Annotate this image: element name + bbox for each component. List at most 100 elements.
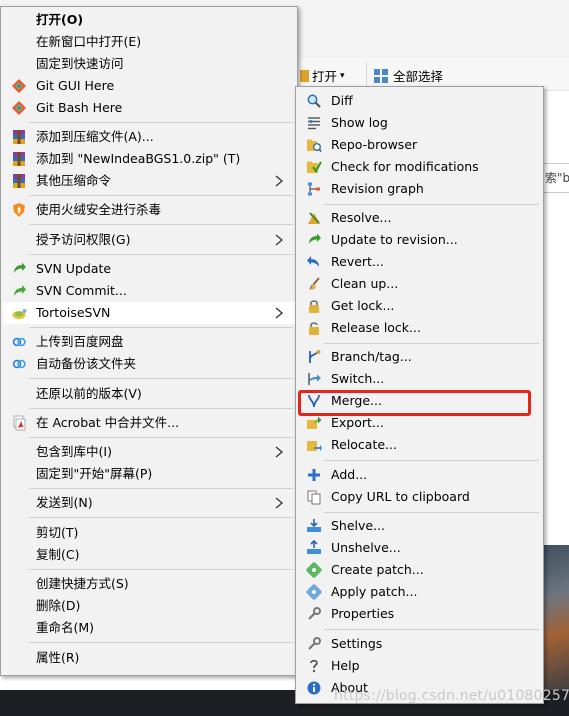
menu-item-label: 其他压缩命令: [36, 173, 112, 188]
update-revision-icon: [309, 233, 321, 244]
chevron-right-icon: [275, 446, 284, 458]
menu-item-label: 自动备份该文件夹: [36, 356, 137, 371]
create-patch-icon: [306, 562, 322, 578]
submenu-item-copy-url[interactable]: Copy URL to clipboard: [298, 486, 541, 508]
menu-item-label: 固定到"开始"屏幕(P): [36, 466, 153, 481]
menu-item-send-to[interactable]: 发送到(N): [3, 492, 295, 514]
submenu-item-cleanup[interactable]: Clean up...: [298, 273, 541, 295]
menu-item-rename[interactable]: 重命名(M): [3, 617, 295, 639]
menu-item-acrobat-merge[interactable]: 在 Acrobat 中合并文件...: [3, 412, 295, 434]
acrobat-icon: [13, 415, 26, 431]
menu-item-open[interactable]: 打开(O): [3, 9, 295, 31]
submenu-item-show-log[interactable]: Show log: [298, 112, 541, 134]
menu-item-label: 删除(D): [36, 598, 81, 613]
submenu-item-resolve[interactable]: Resolve...: [298, 207, 541, 229]
submenu-item-update-revision[interactable]: Update to revision...: [298, 229, 541, 251]
submenu-item-label: Switch...: [331, 371, 385, 386]
cleanup-icon: [309, 277, 320, 290]
menu-item-huorong-scan[interactable]: 使用火绒安全进行杀毒: [3, 199, 295, 221]
menu-item-label: Git Bash Here: [36, 100, 123, 115]
submenu-item-properties[interactable]: Properties: [298, 603, 541, 625]
menu-separator: [29, 224, 293, 225]
menu-item-label: 创建快捷方式(S): [36, 576, 129, 591]
ribbon-select-all-button[interactable]: 全部选择: [374, 66, 443, 85]
menu-item-pin-start[interactable]: 固定到"开始"屏幕(P): [3, 463, 295, 485]
menu-item-git-bash[interactable]: Git Bash Here: [3, 97, 295, 119]
submenu-item-label: Create patch...: [331, 562, 424, 577]
submenu-separator: [324, 460, 539, 461]
menu-item-svn-commit[interactable]: SVN Commit...: [3, 280, 295, 302]
menu-item-copy[interactable]: 复制(C): [3, 544, 295, 566]
submenu-item-label: Update to revision...: [331, 232, 458, 247]
watermark-text: https://blog.csdn.net/u010802575: [334, 688, 569, 704]
submenu-item-label: Release lock...: [331, 320, 421, 335]
submenu-item-branch-tag[interactable]: Branch/tag...: [298, 346, 541, 368]
search-input[interactable]: 索"b: [541, 163, 569, 193]
menu-item-restore-previous[interactable]: 还原以前的版本(V): [3, 383, 295, 405]
menu-item-baidu-backup[interactable]: 自动备份该文件夹: [3, 353, 295, 375]
submenu-item-apply-patch[interactable]: Apply patch...: [298, 581, 541, 603]
submenu-item-label: Show log: [331, 115, 388, 130]
submenu-item-relocate[interactable]: Relocate...: [298, 434, 541, 456]
submenu-item-revision-graph[interactable]: Revision graph: [298, 178, 541, 200]
submenu-item-label: Properties: [331, 606, 395, 621]
context-menu: 打开(O) 在新窗口中打开(E) 固定到快速访问 Git GUI Here Gi…: [0, 6, 298, 676]
menu-item-properties[interactable]: 属性(R): [3, 647, 295, 669]
export-icon: [307, 416, 322, 429]
submenu-item-shelve[interactable]: Shelve...: [298, 515, 541, 537]
submenu-item-label: Shelve...: [331, 518, 386, 533]
baidu-cloud-icon: [12, 337, 26, 347]
submenu-item-add[interactable]: Add...: [298, 464, 541, 486]
submenu-item-revert[interactable]: Revert...: [298, 251, 541, 273]
chevron-right-icon: [275, 497, 284, 509]
submenu-item-label: Branch/tag...: [331, 349, 412, 364]
submenu-item-label: Resolve...: [331, 210, 392, 225]
submenu-item-get-lock[interactable]: Get lock...: [298, 295, 541, 317]
desktop-wallpaper: [541, 545, 569, 693]
menu-item-cut[interactable]: 剪切(T): [3, 522, 295, 544]
menu-separator: [29, 327, 293, 328]
revision-graph-icon: [308, 182, 320, 196]
chevron-right-icon: [275, 307, 284, 319]
ribbon-divider: [366, 62, 367, 86]
submenu-item-label: Revert...: [331, 254, 384, 269]
menu-separator: [29, 437, 293, 438]
submenu-item-repo-browser[interactable]: Repo-browser: [298, 134, 541, 156]
menu-item-open-new-window[interactable]: 在新窗口中打开(E): [3, 31, 295, 53]
menu-item-label: 在 Acrobat 中合并文件...: [36, 415, 180, 430]
submenu-item-help[interactable]: Help: [298, 655, 541, 677]
winrar-icon: [13, 130, 25, 144]
submenu-separator: [324, 204, 539, 205]
menu-item-label: 添加到压缩文件(A)...: [36, 129, 154, 144]
menu-item-grant-access[interactable]: 授予访问权限(G): [3, 229, 295, 251]
apply-patch-icon: [306, 584, 322, 600]
menu-separator: [29, 378, 293, 379]
menu-item-git-gui[interactable]: Git GUI Here: [3, 75, 295, 97]
menu-item-add-zip[interactable]: 添加到 "NewIndeaBGS1.0.zip" (T): [3, 148, 295, 170]
submenu-item-settings[interactable]: Settings: [298, 633, 541, 655]
submenu-item-create-patch[interactable]: Create patch...: [298, 559, 541, 581]
menu-item-create-shortcut[interactable]: 创建快捷方式(S): [3, 573, 295, 595]
menu-item-other-compress[interactable]: 其他压缩命令: [3, 170, 295, 192]
submenu-item-diff[interactable]: Diff: [298, 90, 541, 112]
menu-item-label: SVN Update: [36, 261, 112, 276]
submenu-item-unshelve[interactable]: Unshelve...: [298, 537, 541, 559]
menu-item-add-archive[interactable]: 添加到压缩文件(A)...: [3, 126, 295, 148]
menu-item-pin-quick-access[interactable]: 固定到快速访问: [3, 53, 295, 75]
submenu-item-switch[interactable]: Switch...: [298, 368, 541, 390]
submenu-item-label: Revision graph: [331, 181, 424, 196]
menu-item-baidu-upload[interactable]: 上传到百度网盘: [3, 331, 295, 353]
menu-item-svn-update[interactable]: SVN Update: [3, 258, 295, 280]
menu-separator: [29, 488, 293, 489]
submenu-item-release-lock[interactable]: Release lock...: [298, 317, 541, 339]
show-log-icon: [308, 117, 320, 130]
submenu-item-label: Relocate...: [331, 437, 397, 452]
menu-item-tortoisesvn[interactable]: TortoiseSVN: [3, 302, 295, 324]
ribbon-open-button[interactable]: 打开 ▾: [300, 66, 345, 85]
submenu-item-check-modifications[interactable]: Check for modifications: [298, 156, 541, 178]
merge-highlight-box: [298, 390, 531, 416]
menu-separator: [29, 122, 293, 123]
submenu-item-label: Copy URL to clipboard: [331, 489, 470, 504]
menu-item-delete[interactable]: 删除(D): [3, 595, 295, 617]
menu-item-include-library[interactable]: 包含到库中(I): [3, 441, 295, 463]
